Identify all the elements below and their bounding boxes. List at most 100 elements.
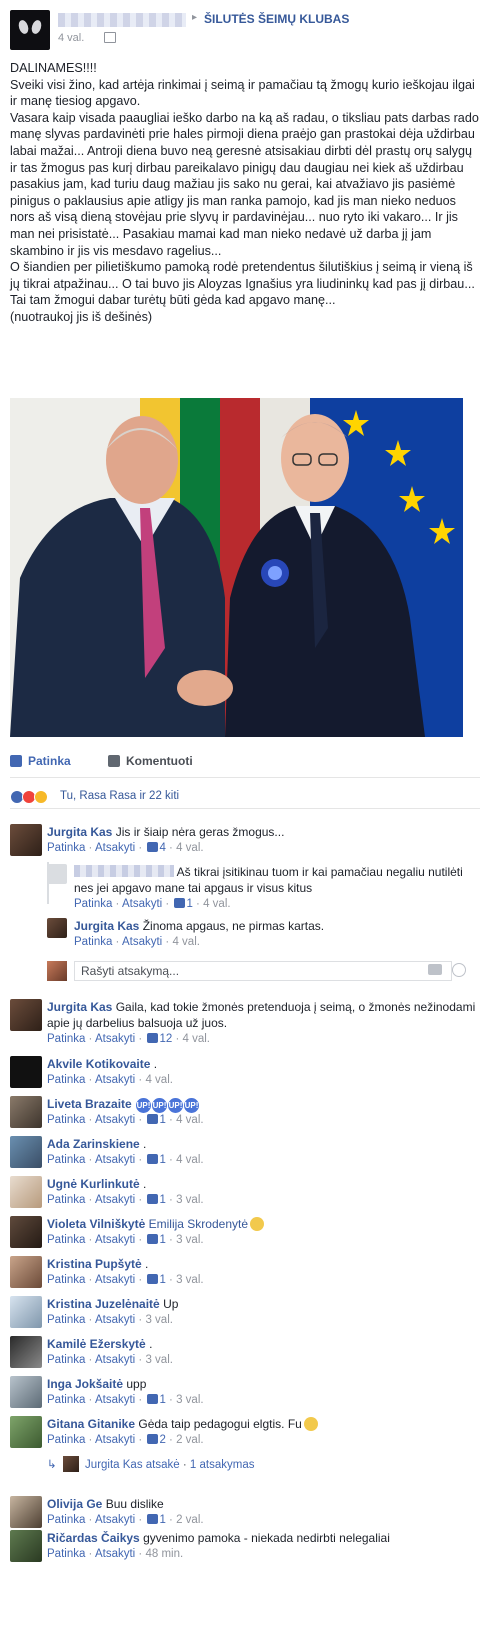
- comment-like-link[interactable]: Patinka: [47, 842, 85, 854]
- comment-like-link[interactable]: Patinka: [47, 1274, 85, 1286]
- reply-reply-link[interactable]: Atsakyti: [122, 936, 162, 948]
- comment-reply-link[interactable]: Atsakyti: [95, 1194, 135, 1206]
- blurred-author-name[interactable]: [58, 13, 186, 27]
- comment-time[interactable]: 2 val.: [176, 1514, 204, 1526]
- like-count[interactable]: 1: [159, 1154, 165, 1166]
- avatar[interactable]: [10, 1256, 42, 1288]
- comment-like-link[interactable]: Patinka: [47, 1114, 85, 1126]
- post-photo[interactable]: [10, 398, 463, 737]
- comment-reply-link[interactable]: Atsakyti: [95, 1394, 135, 1406]
- avatar[interactable]: [10, 1496, 42, 1528]
- avatar[interactable]: [10, 999, 42, 1031]
- like-count[interactable]: 1: [159, 1114, 165, 1126]
- comment-author[interactable]: Ada Zarinskiene: [47, 1137, 140, 1151]
- reply-author[interactable]: Jurgita Kas: [74, 919, 139, 933]
- comment-reply-link[interactable]: Atsakyti: [95, 1548, 135, 1560]
- like-count[interactable]: 1: [159, 1234, 165, 1246]
- comment-like-link[interactable]: Patinka: [47, 1394, 85, 1406]
- comment-author[interactable]: Akvile Kotikovaite: [47, 1057, 150, 1071]
- comment-time[interactable]: 4 val.: [176, 1114, 204, 1126]
- like-count[interactable]: 1: [159, 1394, 165, 1406]
- comment-like-link[interactable]: Patinka: [47, 1074, 85, 1086]
- reply-reply-link[interactable]: Atsakyti: [122, 898, 162, 910]
- like-count[interactable]: 12: [159, 1033, 172, 1045]
- comment-time[interactable]: 3 val.: [176, 1394, 204, 1406]
- reply-like-link[interactable]: Patinka: [74, 936, 112, 948]
- comment-time[interactable]: 4 val.: [182, 1033, 210, 1045]
- like-button[interactable]: Patinka: [10, 754, 71, 768]
- avatar[interactable]: [10, 1530, 42, 1562]
- comment-reply-link[interactable]: Atsakyti: [95, 1514, 135, 1526]
- comment-time[interactable]: 3 val.: [145, 1354, 173, 1366]
- like-count[interactable]: 1: [186, 898, 192, 910]
- like-count[interactable]: 1: [159, 1274, 165, 1286]
- emoji-icon[interactable]: [452, 963, 466, 977]
- comment-author[interactable]: Kristina Pupšytė: [47, 1257, 142, 1271]
- comment-like-link[interactable]: Patinka: [47, 1033, 85, 1045]
- comment-author[interactable]: Ričardas Čaikys: [47, 1531, 140, 1545]
- comment-time[interactable]: 4 val.: [176, 842, 204, 854]
- reply-time[interactable]: 4 val.: [172, 936, 200, 948]
- comment-like-link[interactable]: Patinka: [47, 1234, 85, 1246]
- comment-author[interactable]: Liveta Brazaite: [47, 1097, 132, 1111]
- avatar[interactable]: [10, 1096, 42, 1128]
- comment-author[interactable]: Gitana Gitanike: [47, 1417, 135, 1431]
- comment-time[interactable]: 3 val.: [176, 1274, 204, 1286]
- avatar[interactable]: [10, 1376, 42, 1408]
- comment-author[interactable]: Ugnė Kurlinkutė: [47, 1177, 140, 1191]
- avatar[interactable]: [10, 1336, 42, 1368]
- reply-time[interactable]: 4 val.: [203, 898, 231, 910]
- comment-time[interactable]: 3 val.: [145, 1314, 173, 1326]
- comment-like-link[interactable]: Patinka: [47, 1354, 85, 1366]
- comment-time[interactable]: 3 val.: [176, 1234, 204, 1246]
- comment-time[interactable]: 48 min.: [145, 1548, 183, 1560]
- like-count[interactable]: 2: [159, 1434, 165, 1446]
- comment-like-link[interactable]: Patinka: [47, 1194, 85, 1206]
- comment-author[interactable]: Kamilė Ežerskytė: [47, 1337, 146, 1351]
- comment-reply-link[interactable]: Atsakyti: [95, 1033, 135, 1045]
- comment-author[interactable]: Kristina Juzelėnaitė: [47, 1297, 160, 1311]
- comment-reply-link[interactable]: Atsakyti: [95, 842, 135, 854]
- blurred-reply-author[interactable]: [74, 865, 174, 877]
- comment-time[interactable]: 3 val.: [176, 1194, 204, 1206]
- reactions-summary[interactable]: Tu, Rasa Rasa ir 22 kiti: [60, 790, 179, 802]
- group-name-link[interactable]: ŠILUTĖS ŠEIMŲ KLUBAS: [204, 12, 349, 26]
- comment-author[interactable]: Jurgita Kas: [47, 1000, 112, 1014]
- avatar[interactable]: [10, 1296, 42, 1328]
- comment-time[interactable]: 4 val.: [145, 1074, 173, 1086]
- comment-reply-link[interactable]: Atsakyti: [95, 1314, 135, 1326]
- comment-time[interactable]: 2 val.: [176, 1434, 204, 1446]
- comment-reply-link[interactable]: Atsakyti: [95, 1354, 135, 1366]
- avatar[interactable]: [10, 824, 42, 856]
- comment-author[interactable]: Violeta Vilniškytė: [47, 1217, 145, 1231]
- comment-like-link[interactable]: Patinka: [47, 1548, 85, 1560]
- avatar[interactable]: [10, 1176, 42, 1208]
- like-count[interactable]: 1: [159, 1514, 165, 1526]
- like-count[interactable]: 4: [159, 842, 165, 854]
- comment-like-link[interactable]: Patinka: [47, 1314, 85, 1326]
- comment-reply-link[interactable]: Atsakyti: [95, 1074, 135, 1086]
- comment-like-link[interactable]: Patinka: [47, 1434, 85, 1446]
- avatar[interactable]: [10, 1056, 42, 1088]
- post-timestamp[interactable]: 4 val.: [58, 32, 84, 44]
- comment-reply-link[interactable]: Atsakyti: [95, 1114, 135, 1126]
- reply-count[interactable]: 1 atsakymas: [190, 1459, 255, 1471]
- comment-author[interactable]: Jurgita Kas: [47, 825, 112, 839]
- avatar[interactable]: [47, 864, 67, 884]
- comment-like-link[interactable]: Patinka: [47, 1154, 85, 1166]
- avatar[interactable]: [10, 1136, 42, 1168]
- comment-reply-link[interactable]: Atsakyti: [95, 1234, 135, 1246]
- comment-button[interactable]: Komentuoti: [108, 754, 193, 768]
- comment-like-link[interactable]: Patinka: [47, 1514, 85, 1526]
- reply-input[interactable]: Rašyti atsakymą...: [74, 961, 452, 981]
- reply-author[interactable]: Jurgita Kas: [85, 1459, 143, 1471]
- avatar[interactable]: [47, 918, 67, 938]
- comment-time[interactable]: 4 val.: [176, 1154, 204, 1166]
- reactions-bar[interactable]: Tu, Rasa Rasa ir 22 kiti: [10, 787, 480, 809]
- comment-reply-link[interactable]: Atsakyti: [95, 1274, 135, 1286]
- group-avatar[interactable]: [10, 10, 50, 50]
- comment-author[interactable]: Olivija Ge: [47, 1497, 102, 1511]
- avatar[interactable]: [10, 1416, 42, 1448]
- camera-icon[interactable]: [428, 964, 442, 975]
- avatar[interactable]: [10, 1216, 42, 1248]
